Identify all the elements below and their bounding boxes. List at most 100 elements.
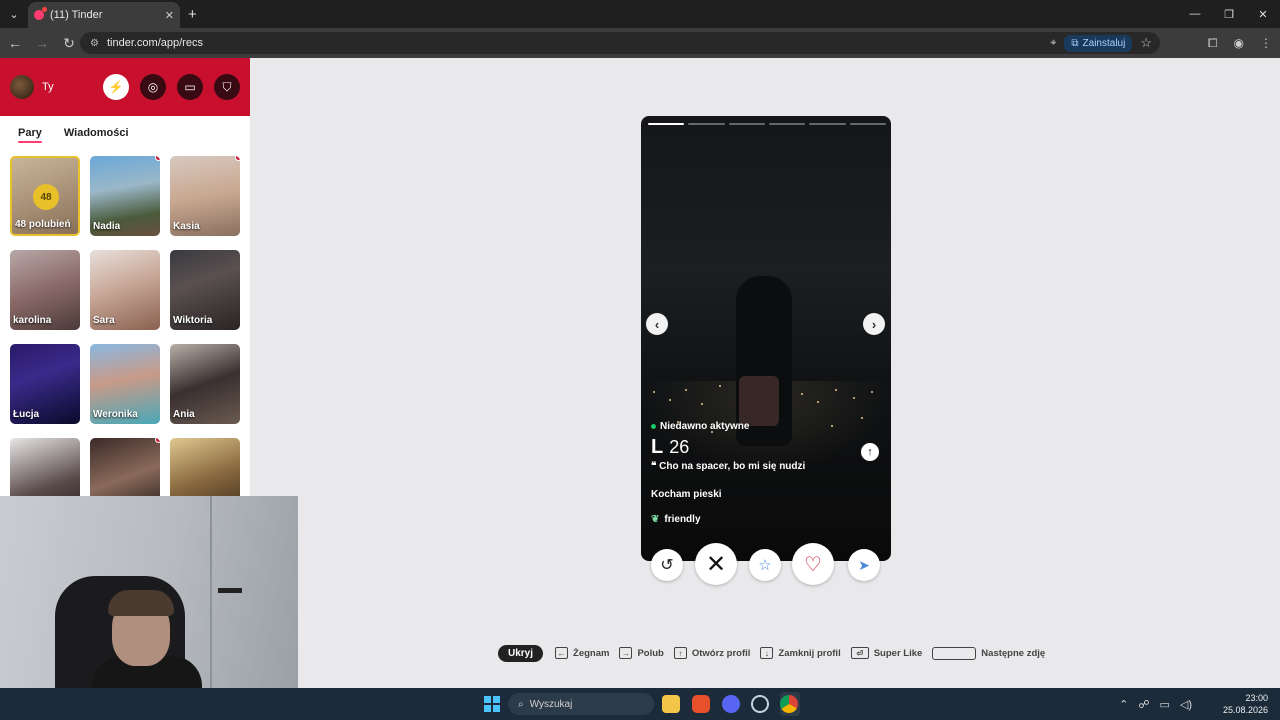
like-button[interactable]: ♡	[792, 543, 834, 585]
brave-browser-icon[interactable]	[692, 695, 710, 713]
activity-text: Niedawno aktywne	[660, 421, 750, 432]
profile-icon[interactable]: ◉	[1234, 36, 1244, 50]
shortcut-label: Zamknij profil	[778, 647, 841, 659]
shortcut-label: Żegnam	[573, 647, 610, 659]
search-placeholder: Wyszukaj	[529, 698, 573, 710]
super-like-button[interactable]: ☆	[749, 549, 781, 581]
likes-card[interactable]: 48 48 polubień	[10, 156, 80, 236]
photo-bar[interactable]	[688, 123, 725, 125]
bookmark-star-icon[interactable]: ☆	[1140, 35, 1152, 51]
clock-time: 23:00	[1245, 693, 1268, 703]
match-name: Sara	[93, 315, 115, 326]
matches-grid: 48 48 polubień Nadia Kasia karolina Sara…	[10, 156, 240, 518]
file-explorer-icon[interactable]	[662, 695, 680, 713]
unread-dot	[155, 156, 160, 161]
system-tray: ⌃ ☍ ▭ ◁)	[1119, 688, 1192, 720]
discord-icon[interactable]	[722, 695, 740, 713]
photo-progress-bars	[648, 123, 886, 125]
chevron-up-icon[interactable]: ⌃	[1119, 698, 1128, 711]
tab-matches[interactable]: Pary	[18, 127, 42, 143]
photo-bar[interactable]	[648, 123, 685, 125]
match-card[interactable]: Ania	[170, 344, 240, 424]
menu-dots-icon[interactable]: ⋮	[1260, 36, 1272, 50]
volume-icon[interactable]: ◁)	[1180, 698, 1192, 711]
install-app-button[interactable]: ⧉ Zainstaluj	[1064, 34, 1133, 52]
unread-dot	[155, 438, 160, 443]
boost-button[interactable]: ➤	[848, 549, 880, 581]
photo-bar[interactable]	[768, 123, 806, 125]
close-window-icon[interactable]: ✕	[1246, 0, 1280, 28]
match-card[interactable]: Wiktoria	[170, 250, 240, 330]
site-info-icon[interactable]: ⚙	[90, 38, 99, 49]
browser-tab[interactable]: (11) Tinder ✕	[28, 2, 180, 28]
shortcut-label: Następne zdjęcie	[981, 647, 1046, 659]
briefcase-icon[interactable]: ▭	[177, 74, 203, 100]
new-tab-icon[interactable]: +	[188, 6, 197, 23]
match-card[interactable]: Łucja	[10, 344, 80, 424]
steam-icon[interactable]	[751, 695, 769, 713]
minimize-icon[interactable]: —	[1178, 0, 1212, 28]
match-name: Wiktoria	[173, 315, 213, 326]
photo-bar[interactable]	[728, 123, 765, 125]
location-icon[interactable]: ⌖	[1050, 37, 1056, 50]
network-icon[interactable]: ☍	[1138, 698, 1149, 711]
display-icon[interactable]: ▭	[1159, 698, 1169, 711]
open-profile-icon[interactable]: ↑	[861, 443, 879, 461]
match-card[interactable]: Weronika	[90, 344, 160, 424]
tag-label: friendly	[664, 514, 701, 525]
tinder-favicon-icon	[34, 7, 47, 20]
taskbar-clock[interactable]: 23:00 25.08.2026	[1223, 692, 1268, 716]
lightning-icon[interactable]: ⚡	[103, 74, 129, 100]
down-key-icon: ↓	[760, 647, 774, 659]
match-card[interactable]: Kasia	[170, 156, 240, 236]
photo-bar[interactable]	[849, 123, 886, 125]
unread-dot	[235, 156, 240, 161]
tab-close-icon[interactable]: ✕	[165, 9, 174, 22]
shortcut-label: Polub	[637, 647, 664, 659]
window-controls: — ❐ ✕	[1178, 0, 1280, 28]
person-legs	[739, 376, 779, 426]
match-name: Weronika	[93, 409, 138, 420]
profile-card[interactable]: ‹ › Niedawno aktywne L 26 ❝ Cho na space…	[641, 116, 891, 561]
windows-start-icon[interactable]	[484, 696, 500, 712]
online-dot-icon	[651, 424, 656, 429]
nope-button[interactable]: ✕	[695, 543, 737, 585]
match-card[interactable]: Nadia	[90, 156, 160, 236]
restore-icon[interactable]: ❐	[1212, 0, 1246, 28]
back-icon[interactable]: ←	[3, 31, 27, 55]
right-key-icon: →	[619, 647, 633, 659]
user-name[interactable]: Ty	[42, 81, 92, 93]
profile-age: 26	[669, 437, 690, 457]
reload-icon[interactable]: ↻	[57, 31, 81, 55]
extensions-icon[interactable]: ⧠	[1208, 36, 1218, 51]
compass-icon[interactable]: ◎	[140, 74, 166, 100]
tab-search-icon[interactable]: ⌄	[0, 0, 28, 28]
shield-icon[interactable]: ⛉	[214, 74, 240, 100]
rewind-button[interactable]: ↺	[651, 549, 683, 581]
name-age: L 26	[651, 436, 881, 459]
taskbar-search[interactable]: ⌕ Wyszukaj	[508, 693, 654, 715]
photo-bar[interactable]	[809, 123, 846, 125]
match-name: Ania	[173, 409, 195, 420]
browser-tabbar: ⌄ (11) Tinder ✕ + — ❐ ✕	[0, 0, 1280, 28]
windows-taskbar: ⌕ Wyszukaj ⌃ ☍ ▭ ◁) 23:00 25.08.2026	[0, 688, 1280, 720]
address-bar-row: ← → ↻ ⚙ tinder.com/app/recs ⌖ ⧉ Zainstalu…	[0, 28, 1280, 58]
clock-date: 25.08.2026	[1222, 705, 1268, 715]
forward-icon[interactable]: →	[30, 31, 54, 55]
match-name: Nadia	[93, 221, 121, 232]
leaf-icon: ❦	[651, 514, 660, 525]
next-photo-icon[interactable]: ›	[863, 313, 885, 335]
tab-messages[interactable]: Wiadomości	[64, 127, 129, 139]
likes-count-badge: 48	[33, 184, 59, 210]
chrome-icon[interactable]	[780, 695, 798, 713]
up-key-icon: ↑	[673, 647, 687, 659]
hide-shortcuts-button[interactable]: Ukryj	[498, 644, 544, 662]
profile-quote: ❝ Cho na spacer, bo mi się nudzi	[651, 461, 806, 472]
avatar[interactable]	[10, 75, 34, 99]
match-card[interactable]: karolina	[10, 250, 80, 330]
prev-photo-icon[interactable]: ‹	[646, 313, 668, 335]
match-card[interactable]: Sara	[90, 250, 160, 330]
url-field[interactable]: ⚙ tinder.com/app/recs ⌖ ⧉ Zainstaluj ☆	[80, 32, 1160, 54]
webcam-overlay	[0, 496, 298, 688]
person-hair	[108, 590, 174, 616]
